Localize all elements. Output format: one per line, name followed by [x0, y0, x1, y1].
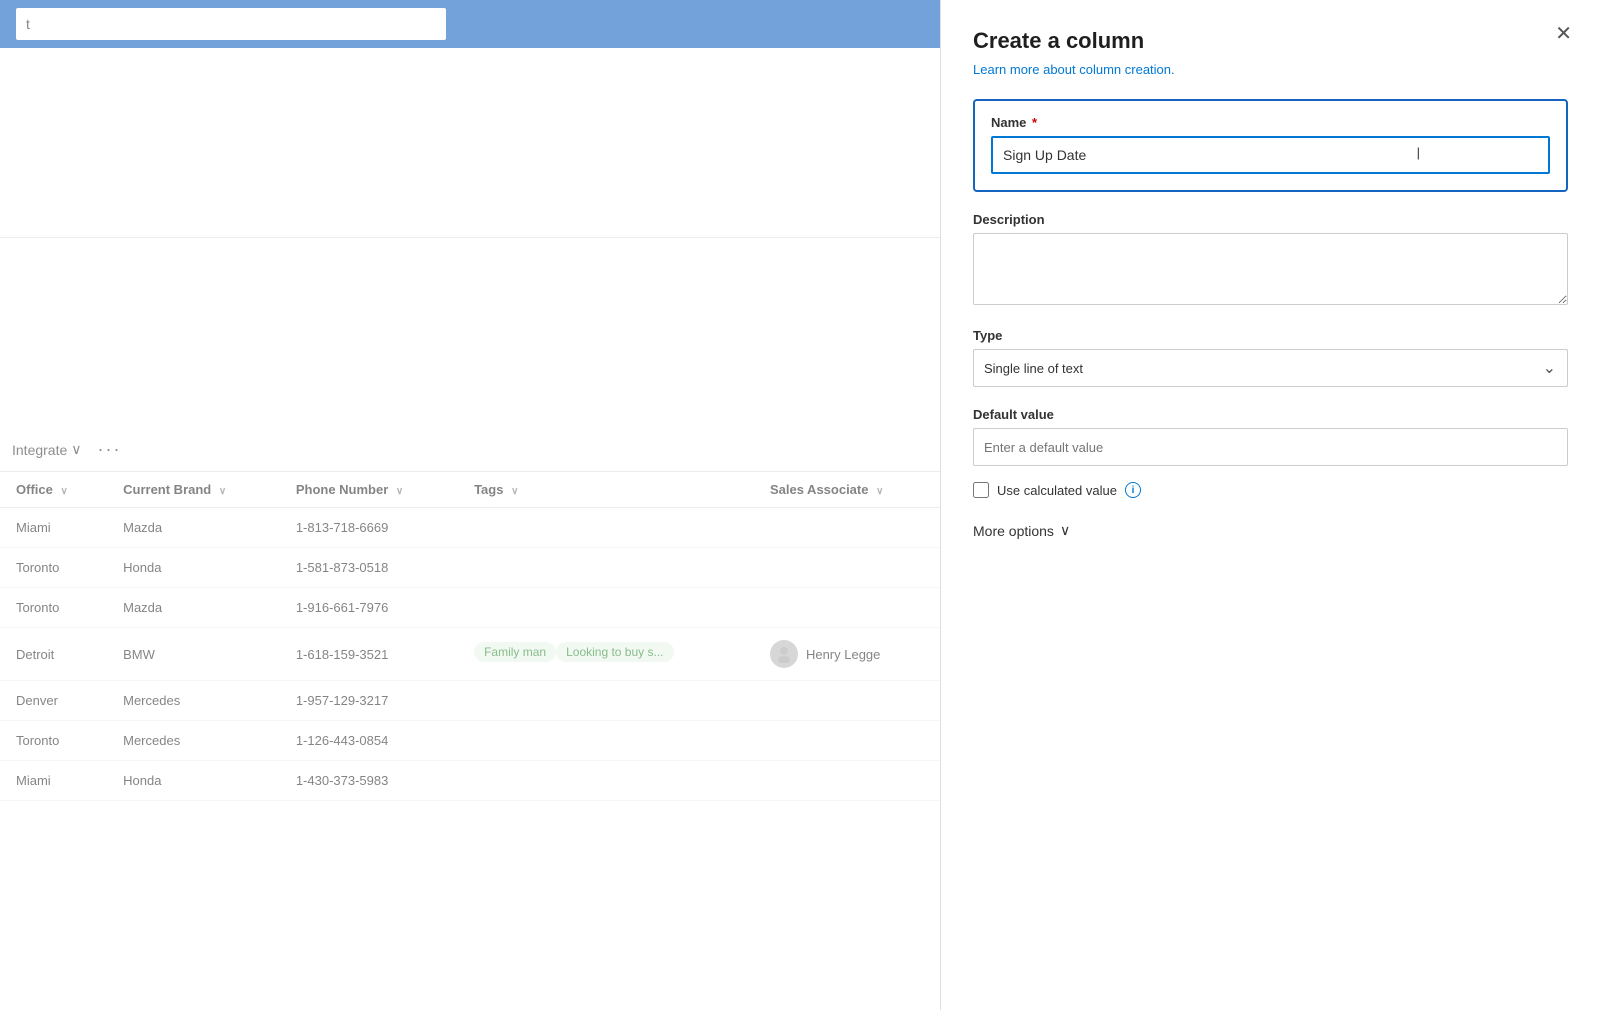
cell-brand: Mazda [107, 588, 280, 628]
learn-more-link[interactable]: Learn more about column creation. [973, 62, 1568, 77]
brand-sort-icon: ∨ [219, 486, 226, 497]
top-bar [0, 0, 940, 48]
cell-phone: 1-813-718-6669 [280, 508, 458, 548]
cell-office: Toronto [0, 721, 107, 761]
cell-brand: Mercedes [107, 721, 280, 761]
cell-associate [754, 681, 940, 721]
name-input-wrapper: | [991, 136, 1550, 174]
default-value-section: Default value [973, 407, 1568, 466]
cell-tags [458, 761, 754, 801]
cell-tags: Family manLooking to buy s... [458, 628, 754, 681]
cell-office: Denver [0, 681, 107, 721]
table-row: TorontoHonda1-581-873-0518 [0, 548, 940, 588]
cell-office: Toronto [0, 588, 107, 628]
col-header-phone[interactable]: Phone Number ∨ [280, 472, 458, 508]
more-options-chevron-icon: ∨ [1060, 522, 1070, 539]
cell-office: Toronto [0, 548, 107, 588]
cell-associate [754, 588, 940, 628]
cell-tags [458, 508, 754, 548]
panel-title: Create a column [973, 28, 1568, 54]
tag-badge: Looking to buy s... [556, 642, 673, 662]
col-header-brand[interactable]: Current Brand ∨ [107, 472, 280, 508]
more-options-label: More options [973, 523, 1054, 539]
cell-associate [754, 721, 940, 761]
avatar [770, 640, 798, 668]
cell-phone: 1-957-129-3217 [280, 681, 458, 721]
integrate-chevron-icon: ∨ [71, 441, 81, 458]
more-options-row[interactable]: More options ∨ [973, 522, 1568, 539]
name-label: Name * [991, 115, 1550, 130]
col-header-office[interactable]: Office ∨ [0, 472, 107, 508]
phone-sort-icon: ∨ [396, 486, 403, 497]
calculated-value-row: Use calculated value i [973, 482, 1568, 498]
calculated-value-label: Use calculated value [997, 483, 1117, 498]
table-row: MiamiHonda1-430-373-5983 [0, 761, 940, 801]
cell-brand: Mercedes [107, 681, 280, 721]
required-indicator: * [1028, 115, 1037, 130]
data-table: Office ∨ Current Brand ∨ Phone Number ∨ … [0, 472, 940, 801]
associate-sort-icon: ∨ [876, 486, 883, 497]
cell-phone: 1-430-373-5983 [280, 761, 458, 801]
cell-brand: Honda [107, 548, 280, 588]
integrate-label: Integrate [12, 442, 67, 458]
type-section: Type Single line of text Number Date Per… [973, 328, 1568, 387]
integrate-button[interactable]: Integrate ∨ [4, 437, 90, 462]
more-actions-button[interactable]: ··· [90, 435, 130, 464]
name-input[interactable] [991, 136, 1550, 174]
office-sort-icon: ∨ [60, 486, 67, 497]
cell-office: Detroit [0, 628, 107, 681]
cell-tags [458, 588, 754, 628]
cell-associate [754, 761, 940, 801]
table-row: DenverMercedes1-957-129-3217 [0, 681, 940, 721]
name-section: Name * | [973, 99, 1568, 192]
cell-office: Miami [0, 508, 107, 548]
main-area: Integrate ∨ ··· Office ∨ Current Brand ∨ [0, 0, 940, 1010]
calculated-value-checkbox[interactable] [973, 482, 989, 498]
associate-name: Henry Legge [806, 647, 880, 662]
default-value-label: Default value [973, 407, 1568, 422]
table-row: TorontoMercedes1-126-443-0854 [0, 721, 940, 761]
description-label: Description [973, 212, 1568, 227]
table-row: TorontoMazda1-916-661-7976 [0, 588, 940, 628]
info-icon[interactable]: i [1125, 482, 1141, 498]
type-label: Type [973, 328, 1568, 343]
cell-phone: 1-126-443-0854 [280, 721, 458, 761]
table-row: DetroitBMW1-618-159-3521Family manLookin… [0, 628, 940, 681]
cell-tags [458, 548, 754, 588]
table-header-row: Office ∨ Current Brand ∨ Phone Number ∨ … [0, 472, 940, 508]
cell-associate [754, 508, 940, 548]
cell-tags [458, 681, 754, 721]
tags-sort-icon: ∨ [511, 486, 518, 497]
cell-phone: 1-618-159-3521 [280, 628, 458, 681]
tag-badge: Family man [474, 642, 556, 662]
cell-brand: Honda [107, 761, 280, 801]
cell-brand: Mazda [107, 508, 280, 548]
cell-tags [458, 721, 754, 761]
create-column-panel: Create a column ✕ Learn more about colum… [940, 0, 1600, 1010]
cell-phone: 1-581-873-0518 [280, 548, 458, 588]
col-header-tags[interactable]: Tags ∨ [458, 472, 754, 508]
type-select[interactable]: Single line of text Number Date Person Y… [973, 349, 1568, 387]
close-button[interactable]: ✕ [1555, 24, 1572, 44]
type-select-wrapper: Single line of text Number Date Person Y… [973, 349, 1568, 387]
cell-brand: BMW [107, 628, 280, 681]
cell-office: Miami [0, 761, 107, 801]
cell-phone: 1-916-661-7976 [280, 588, 458, 628]
description-input[interactable] [973, 233, 1568, 305]
associate-cell: Henry Legge [770, 640, 924, 668]
top-bar-search[interactable] [16, 8, 446, 40]
integrate-toolbar: Integrate ∨ ··· [0, 428, 940, 472]
data-table-container: Office ∨ Current Brand ∨ Phone Number ∨ … [0, 472, 940, 801]
cell-associate [754, 548, 940, 588]
table-row: MiamiMazda1-813-718-6669 [0, 508, 940, 548]
col-header-associate[interactable]: Sales Associate ∨ [754, 472, 940, 508]
default-value-input[interactable] [973, 428, 1568, 466]
cell-associate: Henry Legge [754, 628, 940, 681]
